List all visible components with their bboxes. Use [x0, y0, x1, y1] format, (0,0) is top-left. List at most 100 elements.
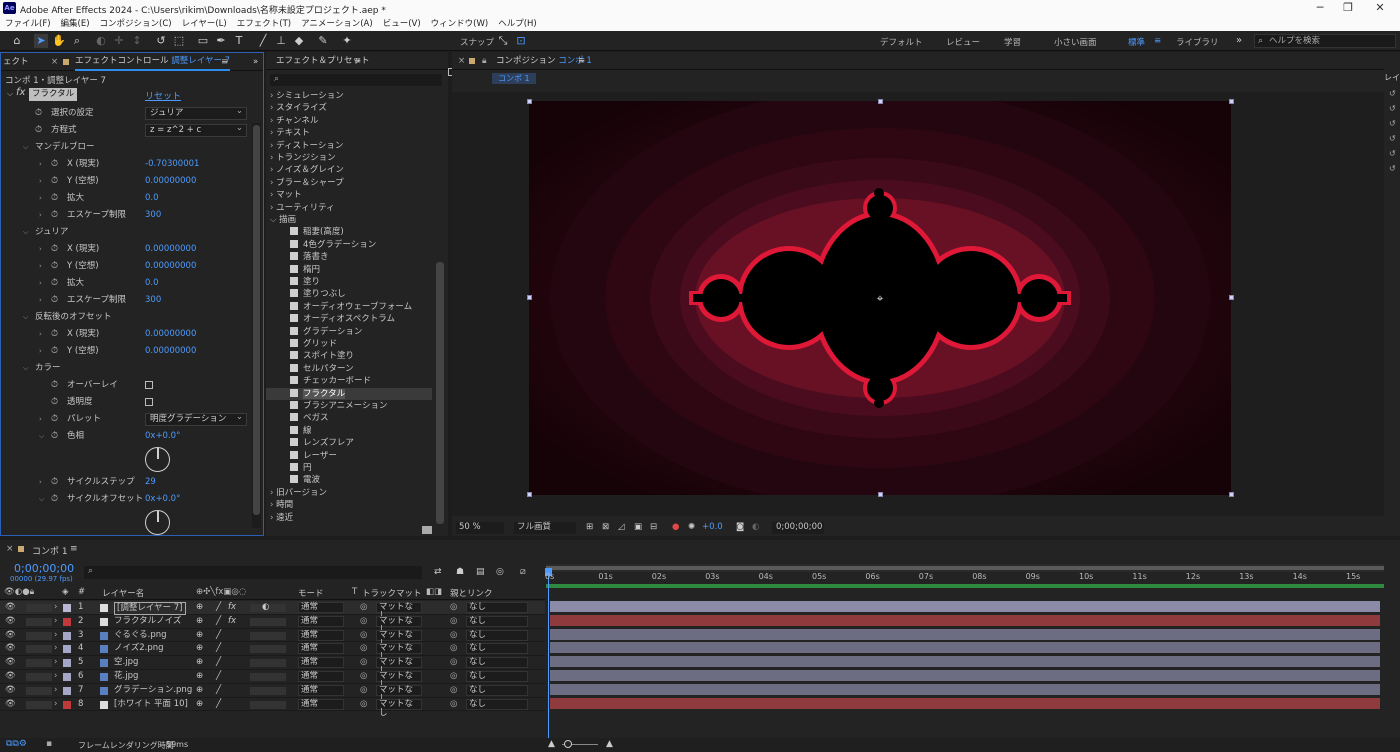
effect-item[interactable]: › 旧バージョン: [270, 487, 327, 499]
effect-item[interactable]: 円: [290, 462, 312, 474]
stopwatch-icon[interactable]: ⏱︎: [51, 491, 58, 508]
rectangle-tool-icon[interactable]: ▭: [196, 34, 210, 48]
quality-switch[interactable]: ╱: [216, 670, 221, 684]
workspace-tab-5[interactable]: ライブラリ: [1176, 36, 1219, 48]
lock-switch[interactable]: [26, 617, 52, 626]
parent-select[interactable]: なし: [466, 615, 528, 627]
property-checkbox[interactable]: [145, 381, 153, 389]
property-value[interactable]: 0x+0.0°: [145, 491, 180, 508]
visibility-icon[interactable]: 👁︎: [5, 656, 16, 670]
effect-item[interactable]: 楕円: [290, 264, 320, 276]
expand-icon[interactable]: ›: [39, 326, 42, 343]
expand-icon[interactable]: ›: [39, 207, 42, 224]
quality-switch[interactable]: ╱: [216, 629, 221, 643]
handle-bl[interactable]: [527, 492, 532, 497]
workspace-tab-0[interactable]: デフォルト: [880, 36, 923, 48]
property-checkbox[interactable]: [145, 398, 153, 406]
quality-switch[interactable]: ╱: [216, 698, 221, 712]
mode-select[interactable]: 通常: [298, 629, 344, 641]
workspace-tab-2[interactable]: 学習: [1004, 36, 1021, 48]
property-dropdown[interactable]: z = z^2 + c: [145, 123, 247, 137]
pickwhip-icon[interactable]: ◎: [450, 670, 457, 684]
effect-item[interactable]: 線: [290, 425, 312, 437]
preserve-icon[interactable]: ◎: [360, 656, 367, 670]
stopwatch-icon[interactable]: ⏱︎: [51, 411, 58, 428]
layer-bar[interactable]: [550, 628, 1380, 640]
parent-select[interactable]: なし: [466, 657, 528, 669]
effect-item[interactable]: › ユーティリティ: [270, 202, 335, 214]
frame-blend-icon[interactable]: ▤: [476, 567, 485, 577]
track-matte-select[interactable]: マットなし: [376, 657, 422, 676]
angle-dial[interactable]: [145, 447, 170, 472]
stopwatch-icon[interactable]: ⏱︎: [51, 292, 58, 309]
mode-select[interactable]: 通常: [298, 698, 344, 710]
snapshot-icon[interactable]: ◙: [736, 522, 744, 532]
expand-icon[interactable]: ›: [39, 190, 42, 207]
mode-select[interactable]: 通常: [298, 643, 344, 655]
switch-boxes[interactable]: [250, 673, 286, 681]
expand-icon[interactable]: ›: [39, 275, 42, 292]
work-area-bar[interactable]: [546, 564, 1384, 572]
layer-name[interactable]: フラクタルノイズ: [114, 615, 181, 629]
effect-item[interactable]: レンズフレア: [290, 437, 354, 449]
stopwatch-icon[interactable]: ⏱︎: [51, 343, 58, 360]
adjustment-icon[interactable]: ◐: [262, 601, 269, 615]
lock-switch[interactable]: [26, 604, 52, 612]
pickwhip-icon[interactable]: ◎: [450, 615, 457, 629]
shy-switch[interactable]: ⊕: [196, 684, 203, 698]
layer-name[interactable]: ノイズ2.png: [114, 642, 164, 656]
zoom-select[interactable]: 50 %: [456, 522, 504, 534]
handle-tr[interactable]: [1229, 99, 1234, 104]
preserve-icon[interactable]: ◎: [360, 642, 367, 656]
pickwhip-icon[interactable]: ◎: [450, 601, 457, 615]
transparency-grid-icon[interactable]: ⊠: [602, 522, 609, 532]
expand-icon[interactable]: ›: [39, 411, 42, 428]
playhead[interactable]: [548, 570, 549, 740]
expand-icon[interactable]: ⌵: [39, 428, 44, 445]
shy-switch[interactable]: ⊕: [196, 615, 203, 629]
layer-name[interactable]: ぐるぐる.png: [114, 629, 167, 643]
expand-icon[interactable]: ›: [39, 156, 42, 173]
pickwhip-icon[interactable]: ◎: [450, 629, 457, 643]
close-tab-icon[interactable]: ×: [51, 53, 58, 71]
eraser-tool-icon[interactable]: ◆: [292, 34, 306, 48]
anchor-tool-icon[interactable]: ⬚: [172, 34, 186, 48]
home-icon[interactable]: ⌂: [10, 34, 24, 48]
snap-target-icon[interactable]: ⊡: [514, 34, 528, 48]
quality-switch[interactable]: ╱: [216, 656, 221, 670]
comp-subtab[interactable]: コンポ 1: [492, 73, 536, 84]
orbit-tool-icon[interactable]: ◐: [94, 34, 108, 48]
menu-item-8[interactable]: ヘルプ(H): [493, 17, 542, 31]
zoom-slider-thumb[interactable]: [564, 740, 572, 748]
property-value[interactable]: 29: [145, 474, 156, 491]
panel-menu-icon[interactable]: ≡: [578, 52, 585, 70]
label-color[interactable]: [63, 700, 71, 709]
preserve-icon[interactable]: ◎: [360, 670, 367, 684]
layer-bar[interactable]: [550, 642, 1380, 654]
show-snapshot-icon[interactable]: ◐: [752, 522, 759, 532]
composition-viewer[interactable]: ⌖: [452, 92, 1400, 516]
effect-item[interactable]: チェッカーボード: [290, 375, 371, 387]
effect-item[interactable]: › トランジション: [270, 152, 336, 164]
lock-switch[interactable]: [26, 686, 52, 695]
table-row[interactable]: 👁︎ › 2 フラクタルノイズ ⊕ ╱ fx 通常 ◎ マットなし ◎ なし: [0, 615, 545, 634]
quality-switch[interactable]: ╱: [216, 615, 221, 629]
effects-scrollbar[interactable]: [436, 262, 444, 524]
effect-item[interactable]: › テキスト: [270, 127, 310, 139]
pickwhip-icon[interactable]: ◎: [450, 642, 457, 656]
effect-item[interactable]: › シミュレーション: [270, 90, 344, 102]
expand-icon[interactable]: ›: [54, 684, 57, 698]
property-value[interactable]: 0.0: [145, 275, 159, 292]
effects-search-input[interactable]: ⌕: [270, 74, 442, 86]
menu-item-7[interactable]: ウィンドウ(W): [426, 17, 494, 31]
stopwatch-icon[interactable]: ⏱︎: [51, 428, 58, 445]
visibility-icon[interactable]: 👁︎: [5, 642, 16, 656]
tab-timeline[interactable]: コンポ 1: [32, 544, 68, 557]
stopwatch-icon[interactable]: ⏱︎: [51, 207, 58, 224]
handle-tl[interactable]: [527, 99, 532, 104]
effect-item[interactable]: スポイト塗り: [290, 350, 354, 362]
menu-item-1[interactable]: 編集(E): [56, 17, 95, 31]
layer-name-header[interactable]: レイヤー名: [102, 587, 144, 599]
property-dropdown[interactable]: ジュリア: [145, 106, 247, 120]
label-color[interactable]: [63, 604, 71, 612]
